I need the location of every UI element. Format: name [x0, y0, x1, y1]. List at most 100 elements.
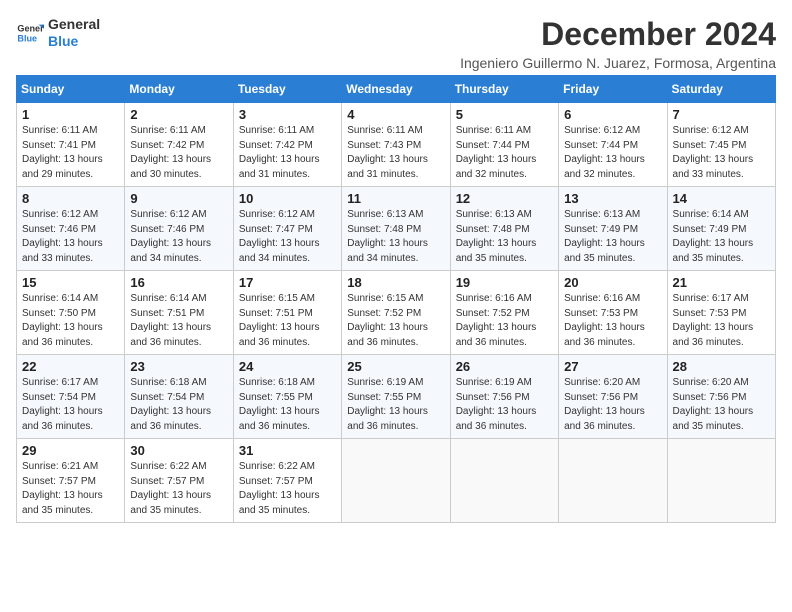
day-number: 5 [456, 107, 553, 122]
day-cell: 14 Sunrise: 6:14 AM Sunset: 7:49 PM Dayli… [667, 187, 775, 271]
day-info: Sunrise: 6:11 AM Sunset: 7:43 PM Dayligh… [347, 124, 444, 182]
day-cell: 4 Sunrise: 6:11 AM Sunset: 7:43 PM Daylig… [342, 103, 450, 187]
header-thursday: Thursday [450, 76, 558, 103]
title-area: December 2024 Ingeniero Guillermo N. Jua… [100, 16, 776, 71]
day-number: 11 [347, 191, 444, 206]
day-number: 29 [22, 443, 119, 458]
day-info: Sunrise: 6:13 AM Sunset: 7:48 PM Dayligh… [456, 208, 553, 266]
day-info: Sunrise: 6:11 AM Sunset: 7:42 PM Dayligh… [130, 124, 227, 182]
day-number: 21 [673, 275, 770, 290]
weekday-header-row: Sunday Monday Tuesday Wednesday Thursday… [17, 76, 776, 103]
week-row-5: 29 Sunrise: 6:21 AM Sunset: 7:57 PM Dayli… [17, 439, 776, 523]
day-cell: 23 Sunrise: 6:18 AM Sunset: 7:54 PM Dayli… [125, 355, 233, 439]
day-info: Sunrise: 6:19 AM Sunset: 7:55 PM Dayligh… [347, 376, 444, 434]
week-row-2: 8 Sunrise: 6:12 AM Sunset: 7:46 PM Daylig… [17, 187, 776, 271]
week-row-3: 15 Sunrise: 6:14 AM Sunset: 7:50 PM Dayli… [17, 271, 776, 355]
day-number: 19 [456, 275, 553, 290]
day-number: 17 [239, 275, 336, 290]
day-cell: 31 Sunrise: 6:22 AM Sunset: 7:57 PM Dayli… [233, 439, 341, 523]
day-number: 7 [673, 107, 770, 122]
day-info: Sunrise: 6:22 AM Sunset: 7:57 PM Dayligh… [239, 460, 336, 518]
day-cell: 22 Sunrise: 6:17 AM Sunset: 7:54 PM Dayli… [17, 355, 125, 439]
day-cell: 30Sunrise: 6:22 AM Sunset: 7:57 PM Dayli… [125, 439, 233, 523]
day-cell: 16 Sunrise: 6:14 AM Sunset: 7:51 PM Dayli… [125, 271, 233, 355]
day-cell: 29 Sunrise: 6:21 AM Sunset: 7:57 PM Dayli… [17, 439, 125, 523]
day-number: 2 [130, 107, 227, 122]
day-number: 18 [347, 275, 444, 290]
day-cell: 3Sunrise: 6:11 AM Sunset: 7:42 PM Daylig… [233, 103, 341, 187]
calendar-table: Sunday Monday Tuesday Wednesday Thursday… [16, 75, 776, 523]
logo-text: General Blue [48, 16, 100, 50]
day-cell: 25 Sunrise: 6:19 AM Sunset: 7:55 PM Dayli… [342, 355, 450, 439]
header-monday: Monday [125, 76, 233, 103]
day-number: 24 [239, 359, 336, 374]
day-cell: 19 Sunrise: 6:16 AM Sunset: 7:52 PM Dayli… [450, 271, 558, 355]
day-number: 13 [564, 191, 661, 206]
day-cell: 11 Sunrise: 6:13 AM Sunset: 7:48 PM Dayli… [342, 187, 450, 271]
day-info: Sunrise: 6:19 AM Sunset: 7:56 PM Dayligh… [456, 376, 553, 434]
day-number: 15 [22, 275, 119, 290]
day-info: Sunrise: 6:17 AM Sunset: 7:54 PM Dayligh… [22, 376, 119, 434]
day-cell: 6 Sunrise: 6:12 AM Sunset: 7:44 PM Daylig… [559, 103, 667, 187]
day-number: 25 [347, 359, 444, 374]
day-number: 1 [22, 107, 119, 122]
day-info: Sunrise: 6:11 AM Sunset: 7:41 PM Dayligh… [22, 124, 119, 182]
day-info: Sunrise: 6:12 AM Sunset: 7:44 PM Dayligh… [564, 124, 661, 182]
day-info: Sunrise: 6:22 AM Sunset: 7:57 PM Dayligh… [130, 460, 227, 518]
day-cell [342, 439, 450, 523]
header-friday: Friday [559, 76, 667, 103]
day-info: Sunrise: 6:14 AM Sunset: 7:50 PM Dayligh… [22, 292, 119, 350]
day-info: Sunrise: 6:12 AM Sunset: 7:47 PM Dayligh… [239, 208, 336, 266]
week-row-4: 22 Sunrise: 6:17 AM Sunset: 7:54 PM Dayli… [17, 355, 776, 439]
day-info: Sunrise: 6:14 AM Sunset: 7:51 PM Dayligh… [130, 292, 227, 350]
header-saturday: Saturday [667, 76, 775, 103]
day-cell: 18 Sunrise: 6:15 AM Sunset: 7:52 PM Dayli… [342, 271, 450, 355]
day-cell: 10Sunrise: 6:12 AM Sunset: 7:47 PM Dayli… [233, 187, 341, 271]
header-tuesday: Tuesday [233, 76, 341, 103]
day-number: 27 [564, 359, 661, 374]
day-cell: 8 Sunrise: 6:12 AM Sunset: 7:46 PM Daylig… [17, 187, 125, 271]
day-info: Sunrise: 6:18 AM Sunset: 7:55 PM Dayligh… [239, 376, 336, 434]
day-info: Sunrise: 6:14 AM Sunset: 7:49 PM Dayligh… [673, 208, 770, 266]
day-number: 23 [130, 359, 227, 374]
day-info: Sunrise: 6:20 AM Sunset: 7:56 PM Dayligh… [564, 376, 661, 434]
day-number: 28 [673, 359, 770, 374]
day-info: Sunrise: 6:20 AM Sunset: 7:56 PM Dayligh… [673, 376, 770, 434]
day-cell [667, 439, 775, 523]
day-cell: 1 Sunrise: 6:11 AM Sunset: 7:41 PM Daylig… [17, 103, 125, 187]
day-cell: 9Sunrise: 6:12 AM Sunset: 7:46 PM Daylig… [125, 187, 233, 271]
day-cell: 13 Sunrise: 6:13 AM Sunset: 7:49 PM Dayli… [559, 187, 667, 271]
day-info: Sunrise: 6:11 AM Sunset: 7:42 PM Dayligh… [239, 124, 336, 182]
day-info: Sunrise: 6:18 AM Sunset: 7:54 PM Dayligh… [130, 376, 227, 434]
day-info: Sunrise: 6:12 AM Sunset: 7:46 PM Dayligh… [22, 208, 119, 266]
logo-icon: General Blue [16, 19, 44, 47]
day-cell: 27 Sunrise: 6:20 AM Sunset: 7:56 PM Dayli… [559, 355, 667, 439]
day-info: Sunrise: 6:13 AM Sunset: 7:48 PM Dayligh… [347, 208, 444, 266]
day-number: 4 [347, 107, 444, 122]
day-cell: 2 Sunrise: 6:11 AM Sunset: 7:42 PM Daylig… [125, 103, 233, 187]
header-sunday: Sunday [17, 76, 125, 103]
day-number: 6 [564, 107, 661, 122]
day-number: 8 [22, 191, 119, 206]
day-info: Sunrise: 6:17 AM Sunset: 7:53 PM Dayligh… [673, 292, 770, 350]
day-number: 26 [456, 359, 553, 374]
day-number: 14 [673, 191, 770, 206]
day-cell: 20Sunrise: 6:16 AM Sunset: 7:53 PM Dayli… [559, 271, 667, 355]
header-wednesday: Wednesday [342, 76, 450, 103]
day-cell: 21 Sunrise: 6:17 AM Sunset: 7:53 PM Dayli… [667, 271, 775, 355]
day-cell [559, 439, 667, 523]
day-info: Sunrise: 6:15 AM Sunset: 7:52 PM Dayligh… [347, 292, 444, 350]
week-row-1: 1 Sunrise: 6:11 AM Sunset: 7:41 PM Daylig… [17, 103, 776, 187]
day-number: 16 [130, 275, 227, 290]
day-number: 22 [22, 359, 119, 374]
day-number: 12 [456, 191, 553, 206]
day-cell: 12 Sunrise: 6:13 AM Sunset: 7:48 PM Dayli… [450, 187, 558, 271]
day-info: Sunrise: 6:12 AM Sunset: 7:45 PM Dayligh… [673, 124, 770, 182]
day-info: Sunrise: 6:21 AM Sunset: 7:57 PM Dayligh… [22, 460, 119, 518]
day-number: 9 [130, 191, 227, 206]
day-info: Sunrise: 6:16 AM Sunset: 7:52 PM Dayligh… [456, 292, 553, 350]
day-info: Sunrise: 6:13 AM Sunset: 7:49 PM Dayligh… [564, 208, 661, 266]
day-number: 31 [239, 443, 336, 458]
day-cell: 28 Sunrise: 6:20 AM Sunset: 7:56 PM Dayli… [667, 355, 775, 439]
day-cell [450, 439, 558, 523]
